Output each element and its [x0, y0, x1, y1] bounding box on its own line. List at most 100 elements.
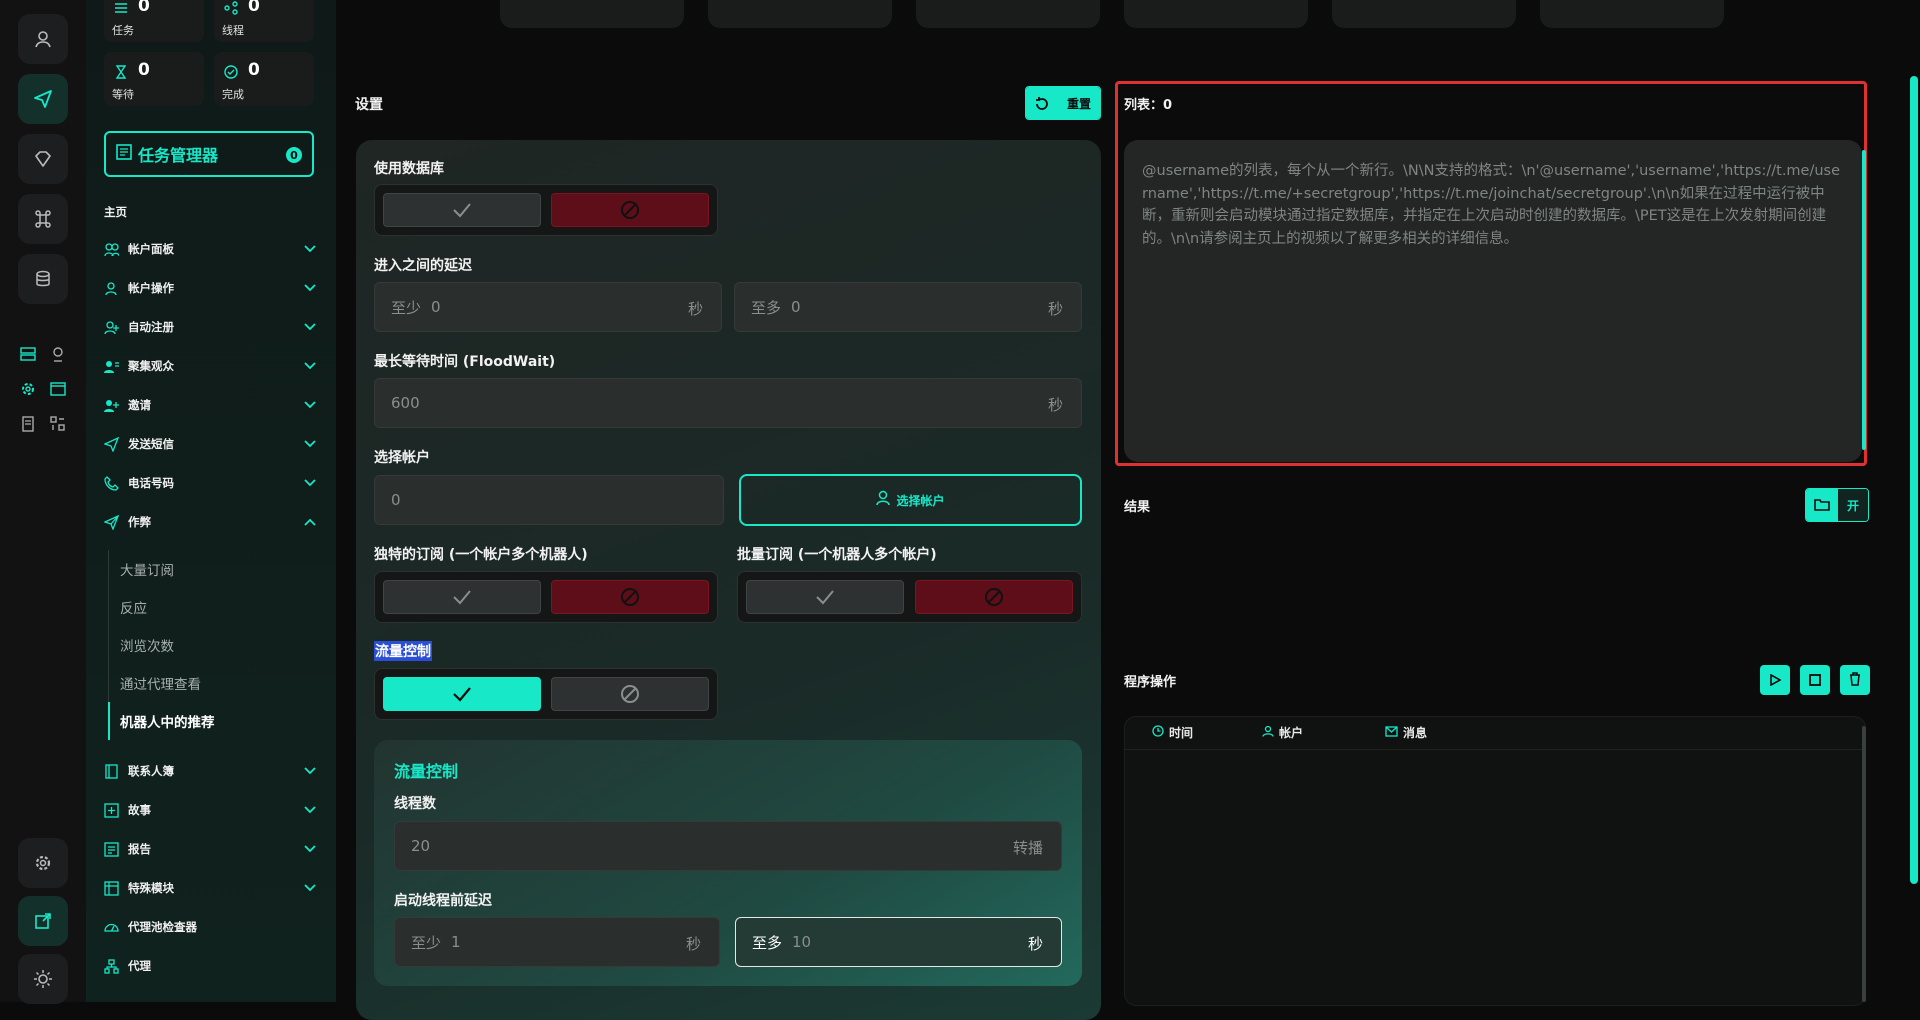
- clock-icon: [1152, 725, 1164, 740]
- task-manager-label: 任务管理器: [138, 146, 219, 165]
- column-label: 帐户: [1279, 726, 1304, 740]
- top-card[interactable]: [1540, 0, 1724, 28]
- nav-item-proxy-pool-checker[interactable]: 代理池检查器: [104, 912, 316, 942]
- toggle-no[interactable]: [551, 677, 709, 711]
- column-time[interactable]: 时间: [1152, 724, 1193, 741]
- nav-item-account-ops[interactable]: 帐户操作: [104, 273, 316, 303]
- nav-item-reports[interactable]: 报告: [104, 834, 316, 864]
- send-icon: [104, 436, 124, 452]
- sub-item-mass-subscribe[interactable]: 大量订阅: [120, 559, 174, 579]
- browser-code-icon[interactable]: [46, 377, 70, 401]
- stop-button[interactable]: [1800, 665, 1830, 695]
- webcam-icon[interactable]: [46, 342, 70, 366]
- settings-icon[interactable]: [18, 838, 68, 888]
- nav-item-label: 代理池检查器: [128, 920, 197, 934]
- check-circle-icon: [224, 64, 238, 83]
- send-icon[interactable]: [18, 74, 68, 124]
- hourglass-icon: [114, 64, 128, 83]
- list-icon: [114, 0, 128, 19]
- list-textarea[interactable]: @username的列表，每个从一个新行。\N\N支持的格式：\n'@usern…: [1124, 140, 1862, 462]
- delay-min-input[interactable]: 至少 0 秒: [374, 282, 722, 332]
- column-account[interactable]: 帐户: [1262, 724, 1303, 741]
- threads-input[interactable]: 20 转播: [394, 821, 1062, 871]
- nav-item-proxy[interactable]: 代理: [104, 951, 316, 981]
- list-scrollbar[interactable]: [1862, 150, 1866, 450]
- document-icon[interactable]: [16, 412, 40, 436]
- floodwait-label: 最长等待时间 (FloodWait): [374, 354, 556, 370]
- toggle-no[interactable]: [551, 580, 709, 614]
- sub-item-proxy-views[interactable]: 通过代理查看: [120, 673, 201, 693]
- nav-item-send-messages[interactable]: 发送短信: [104, 429, 316, 459]
- thread-delay-max-input[interactable]: 至多 10 秒: [735, 917, 1062, 967]
- select-accounts-button[interactable]: 选择帐户: [739, 474, 1082, 526]
- task-manager-button[interactable]: 任务管理器 0: [104, 131, 314, 177]
- top-card[interactable]: [500, 0, 684, 28]
- top-card[interactable]: [916, 0, 1100, 28]
- chevron-down-icon: [304, 281, 316, 295]
- nav-item-stories[interactable]: 故事: [104, 795, 316, 825]
- input-prefix: 至少: [391, 298, 422, 317]
- database-icon[interactable]: [18, 254, 68, 304]
- phone-icon: [104, 475, 124, 491]
- stat-tasks: 0 任务: [104, 0, 204, 42]
- report-icon: [104, 841, 124, 857]
- column-message[interactable]: 消息: [1385, 724, 1427, 741]
- nav-item-label: 报告: [128, 842, 151, 856]
- nav-item-auto-register[interactable]: 自动注册: [104, 312, 316, 342]
- grid-icon[interactable]: [46, 412, 70, 436]
- nav-item-gather-audience[interactable]: 聚集观众: [104, 351, 316, 381]
- toggle-no[interactable]: [551, 193, 709, 227]
- input-value: 600: [391, 394, 420, 412]
- sub-item-reactions[interactable]: 反应: [120, 597, 147, 617]
- nav-item-contacts[interactable]: 联系人簿: [104, 756, 316, 786]
- command-icon[interactable]: [18, 194, 68, 244]
- flow-panel-title: 流量控制: [394, 762, 459, 781]
- toggle-no[interactable]: [915, 580, 1073, 614]
- profile-icon[interactable]: [18, 14, 68, 64]
- sun-icon[interactable]: [18, 954, 68, 1004]
- stat-value: 0: [138, 0, 150, 16]
- input-value: 10: [792, 933, 812, 951]
- toggle-yes[interactable]: [746, 580, 904, 614]
- nav-item-label: 发送短信: [128, 437, 174, 451]
- toggle-yes[interactable]: [383, 677, 541, 711]
- column-label: 时间: [1169, 726, 1194, 740]
- settings-title: 设置: [355, 97, 383, 113]
- open-button[interactable]: 开: [1805, 488, 1869, 522]
- top-card[interactable]: [708, 0, 892, 28]
- send-multi-icon: [104, 514, 124, 530]
- task-manager-icon: [116, 144, 132, 164]
- page-scrollbar[interactable]: [1910, 76, 1918, 884]
- column-label: 消息: [1403, 726, 1428, 740]
- delay-max-input[interactable]: 至多 0 秒: [734, 282, 1082, 332]
- top-card[interactable]: [1332, 0, 1516, 28]
- gear-small-icon[interactable]: [16, 377, 40, 401]
- user-icon: [1262, 725, 1274, 740]
- plus-square-icon: [104, 802, 124, 818]
- reset-button[interactable]: 重置: [1025, 86, 1101, 120]
- nav-item-cheat[interactable]: 作弊: [104, 507, 316, 537]
- toggle-yes[interactable]: [383, 193, 541, 227]
- nav-item-invite[interactable]: 邀请: [104, 390, 316, 420]
- nav-item-account-panel[interactable]: 帐户面板: [104, 234, 316, 264]
- stat-done: 0 完成: [214, 52, 314, 106]
- thread-delay-min-input[interactable]: 至少 1 秒: [394, 917, 720, 967]
- floodwait-input[interactable]: 600 秒: [374, 378, 1082, 428]
- diamond-icon[interactable]: [18, 134, 68, 184]
- stat-value: 0: [248, 60, 260, 80]
- table-scrollbar[interactable]: [1862, 726, 1866, 1002]
- sub-item-views[interactable]: 浏览次数: [120, 635, 174, 655]
- nav-item-special-modules[interactable]: 特殊模块: [104, 873, 316, 903]
- sub-item-bot-referral[interactable]: 机器人中的推荐: [120, 711, 215, 731]
- play-button[interactable]: [1760, 665, 1790, 695]
- stat-value: 0: [248, 0, 260, 16]
- input-value: 0: [791, 298, 801, 316]
- delete-button[interactable]: [1840, 665, 1870, 695]
- top-card[interactable]: [1124, 0, 1308, 28]
- server-icon[interactable]: [16, 342, 40, 366]
- toggle-yes[interactable]: [383, 580, 541, 614]
- input-value: 0: [431, 298, 441, 316]
- external-link-icon[interactable]: [18, 896, 68, 946]
- nav-item-phone-numbers[interactable]: 电话号码: [104, 468, 316, 498]
- chevron-down-icon: [304, 320, 316, 334]
